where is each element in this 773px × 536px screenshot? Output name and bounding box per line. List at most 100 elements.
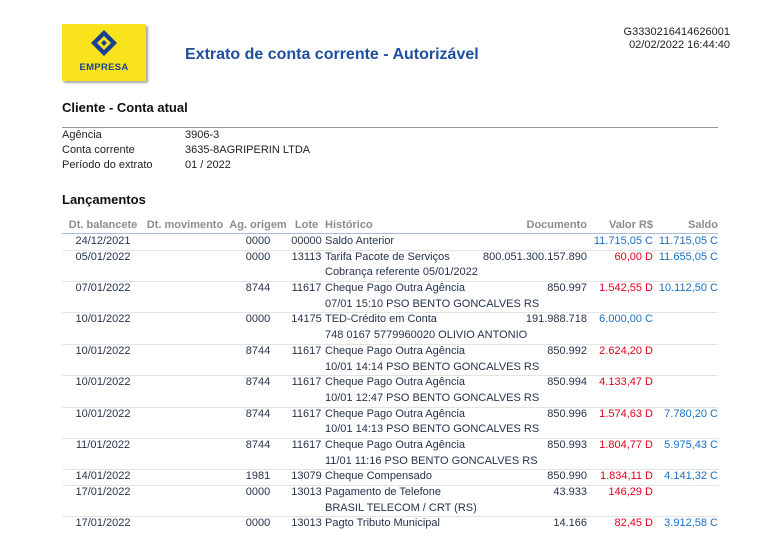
cell-lote: 11617 xyxy=(291,376,322,389)
cell-dt-balancete: 24/12/2021 xyxy=(75,235,131,247)
cell-valor: 1.804,77 D xyxy=(599,438,653,451)
entry-group: 17/01/2022 0000 13013 Pagto Tributo Municip… xyxy=(62,516,718,532)
cell-historico: Cheque Pago Outra Agência xyxy=(325,376,466,389)
bb-logo-icon xyxy=(91,30,117,56)
table-row: 10/01/2022 8744 11617 Cheque Pago Outra Agê… xyxy=(62,344,718,360)
entry-detail: BRASIL TELECOM / CRT (RS) xyxy=(325,501,477,514)
cell-ag-origem: 8744 xyxy=(245,438,271,451)
cell-valor: 60,00 D xyxy=(614,250,653,263)
cell-documento: 850.994 xyxy=(547,376,587,389)
page-title: Extrato de conta corrente - Autorizável xyxy=(185,46,479,63)
cell-historico: Cheque Pago Outra Agência xyxy=(325,344,466,357)
table-row: 17/01/2022 0000 13013 Pagamento de Telefone… xyxy=(62,485,718,501)
table-body: 24/12/2021 0000 00000 Saldo Anterior 11.715,… xyxy=(62,234,718,532)
col-valor: Valor R$ xyxy=(608,219,653,231)
cell-saldo: 5.975,43 C xyxy=(664,438,718,451)
cell-historico: Saldo Anterior xyxy=(325,235,395,247)
entry-group: 10/01/2022 0000 14175 TED-Crédito em Conta 1… xyxy=(62,312,718,343)
cell-documento: 850.993 xyxy=(547,438,587,451)
col-documento: Documento xyxy=(526,219,588,231)
cell-documento: 850.992 xyxy=(547,344,587,357)
cell-valor: 82,45 D xyxy=(614,517,653,530)
cell-saldo: 11.655,05 C xyxy=(658,250,718,263)
cell-ag-origem: 0000 xyxy=(245,517,271,530)
cell-valor: 11.715,05 C xyxy=(593,235,653,247)
cell-dt-balancete: 11/01/2022 xyxy=(75,438,131,451)
col-dt-balancete: Dt. balancete xyxy=(68,219,138,231)
cell-saldo: 4.141,32 C xyxy=(664,470,718,483)
cell-dt-movimento xyxy=(144,407,226,423)
entry-group: 10/01/2022 8744 11617 Cheque Pago Outra Agê… xyxy=(62,375,718,406)
cell-documento: 850.996 xyxy=(547,407,587,420)
cell-lote: 13013 xyxy=(291,486,322,498)
cell-dt-movimento xyxy=(144,375,226,391)
cell-valor: 1.834,11 D xyxy=(599,470,653,483)
cell-valor: 146,29 D xyxy=(608,486,653,498)
client-heading: Cliente - Conta atual xyxy=(62,100,188,115)
entry-detail: 10/01 14:14 PSO BENTO GONCALVES RS xyxy=(325,360,540,373)
cell-valor: 4.133,47 D xyxy=(599,376,653,389)
cell-dt-balancete: 07/01/2022 xyxy=(75,282,131,295)
document-meta: G3330216414626001 02/02/2022 16:44:40 xyxy=(624,26,730,52)
field-label: Agência xyxy=(62,129,102,141)
cell-saldo: 3.912,58 C xyxy=(664,517,718,530)
cell-lote: 11617 xyxy=(291,282,322,295)
cell-dt-movimento xyxy=(144,438,226,454)
field-value: 3635-8AGRIPERIN LTDA xyxy=(185,144,311,156)
cell-historico: TED-Crédito em Conta xyxy=(325,313,437,326)
entry-detail: 11/01 11:16 PSO BENTO GONCALVES RS xyxy=(325,454,538,467)
cell-ag-origem: 0000 xyxy=(245,313,271,326)
cell-saldo xyxy=(653,312,718,328)
entries-table: Dt. balancete Dt. movimento Ag. origem L… xyxy=(62,218,718,532)
cell-historico: Cheque Pago Outra Agência xyxy=(325,438,466,451)
cell-lote: 13013 xyxy=(291,517,322,530)
entry-detail: Cobrança referente 05/01/2022 xyxy=(325,266,478,279)
cell-documento: 800.051.300.157.890 xyxy=(483,250,587,263)
cell-ag-origem: 0000 xyxy=(245,250,271,263)
entry-group: 07/01/2022 8744 11617 Cheque Pago Outra Agê… xyxy=(62,281,718,312)
cell-dt-movimento xyxy=(144,344,226,360)
cell-saldo: 11.715,05 C xyxy=(658,235,718,247)
field-value: 01 / 2022 xyxy=(185,159,231,171)
cell-documento: 850.997 xyxy=(547,282,587,295)
table-row: 10/01/2022 8744 11617 Cheque Pago Outra Agê… xyxy=(62,407,718,423)
cell-valor: 2.624,20 D xyxy=(599,344,653,357)
cell-historico: Pagto Tributo Municipal xyxy=(325,517,440,530)
cell-saldo xyxy=(653,375,718,391)
col-ag-origem: Ag. origem xyxy=(229,219,287,231)
field-label: Conta corrente xyxy=(62,144,135,156)
col-dt-movimento: Dt. movimento xyxy=(146,219,224,231)
entry-detail: 07/01 15:10 PSO BENTO GONCALVES RS xyxy=(325,297,540,310)
cell-dt-balancete: 10/01/2022 xyxy=(75,407,131,420)
cell-lote: 13113 xyxy=(291,250,322,263)
table-row: 14/01/2022 1981 13079 Cheque Compensado 850.… xyxy=(62,469,718,485)
entry-group: 10/01/2022 8744 11617 Cheque Pago Outra Agê… xyxy=(62,344,718,375)
logo-label: EMPRESA xyxy=(79,62,129,73)
cell-ag-origem: 0000 xyxy=(245,235,271,247)
cell-valor: 1.574,63 D xyxy=(599,407,653,420)
cell-historico: Cheque Pago Outra Agência xyxy=(325,407,466,420)
cell-dt-movimento xyxy=(144,234,226,250)
cell-dt-balancete: 10/01/2022 xyxy=(75,313,131,326)
entry-detail: 10/01 14:13 PSO BENTO GONCALVES RS xyxy=(325,423,540,436)
cell-documento: 191.988.718 xyxy=(525,313,587,326)
cell-historico: Pagamento de Telefone xyxy=(325,486,441,498)
field-periodo: Período do extrato 01 / 2022 xyxy=(62,158,310,173)
table-row: 17/01/2022 0000 13013 Pagto Tributo Municip… xyxy=(62,516,718,532)
cell-documento: 14.166 xyxy=(553,517,587,530)
cell-dt-movimento xyxy=(144,281,226,297)
cell-documento: 43.933 xyxy=(553,486,587,498)
cell-valor: 6.000,00 C xyxy=(599,313,653,326)
field-label: Período do extrato xyxy=(62,159,153,171)
cell-saldo xyxy=(653,485,718,501)
cell-lote: 11617 xyxy=(291,438,322,451)
col-historico: Histórico xyxy=(325,219,373,231)
cell-ag-origem: 8744 xyxy=(245,376,271,389)
cell-lote: 11617 xyxy=(291,344,322,357)
cell-lote: 14175 xyxy=(291,313,322,326)
field-conta-corrente: Conta corrente 3635-8AGRIPERIN LTDA xyxy=(62,143,310,158)
table-header: Dt. balancete Dt. movimento Ag. origem L… xyxy=(62,218,718,234)
table-row: 24/12/2021 0000 00000 Saldo Anterior 11.715,… xyxy=(62,234,718,250)
entry-group: 10/01/2022 8744 11617 Cheque Pago Outra Agê… xyxy=(62,407,718,438)
cell-documento xyxy=(470,234,587,250)
